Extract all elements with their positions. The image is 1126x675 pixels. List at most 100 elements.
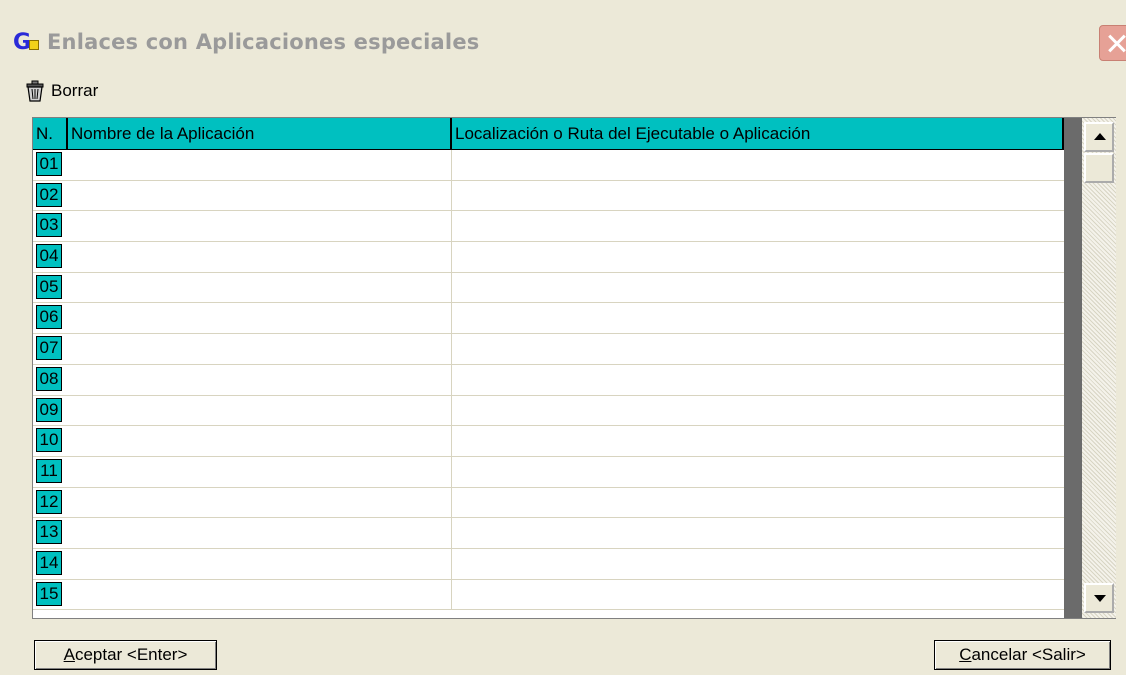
row-number: 09 (36, 397, 62, 422)
app-name-cell[interactable] (68, 364, 452, 395)
row-number: 13 (36, 520, 62, 545)
row-number-cell: 08 (33, 365, 68, 395)
row-number: 01 (36, 152, 62, 176)
table-row[interactable]: 05 (33, 272, 1064, 304)
app-path-cell[interactable] (452, 426, 1064, 456)
grid-header: N. Nombre de la Aplicación Localización … (33, 118, 1064, 150)
app-name-cell[interactable] (68, 487, 452, 518)
row-number-cell: 01 (33, 150, 68, 180)
app-path-cell[interactable] (452, 396, 1064, 426)
row-number: 12 (36, 489, 62, 514)
app-name-cell[interactable] (68, 334, 452, 364)
table-row[interactable]: 12 (33, 487, 1064, 519)
table-row[interactable]: 03 (33, 211, 1064, 243)
scroll-up-button[interactable] (1084, 122, 1114, 152)
app-name-cell[interactable] (68, 518, 452, 548)
row-number: 06 (36, 305, 62, 330)
row-number: 14 (36, 550, 62, 575)
table-row[interactable]: 06 (33, 303, 1064, 335)
header-app-name[interactable]: Nombre de la Aplicación (68, 118, 452, 150)
close-icon[interactable] (1099, 25, 1126, 61)
table-row[interactable]: 08 (33, 364, 1064, 396)
row-number: 04 (36, 244, 62, 269)
row-number: 10 (36, 428, 62, 453)
row-number: 07 (36, 336, 62, 361)
row-number-cell: 06 (33, 303, 68, 333)
cancel-label: ancelar <Salir> (971, 645, 1086, 664)
row-number-cell: 09 (33, 396, 68, 426)
table-row[interactable]: 14 (33, 548, 1064, 580)
accept-label: ceptar <Enter> (74, 645, 188, 664)
app-path-cell[interactable] (452, 303, 1064, 333)
row-number-cell: 11 (33, 457, 68, 487)
app-path-cell[interactable] (452, 518, 1064, 548)
row-number-cell: 14 (33, 549, 68, 579)
applications-grid[interactable]: N. Nombre de la Aplicación Localización … (32, 117, 1116, 619)
app-path-cell[interactable] (452, 181, 1064, 211)
app-path-cell[interactable] (452, 242, 1064, 272)
trash-icon (26, 80, 44, 102)
delete-label: Borrar (51, 81, 99, 100)
scroll-down-button[interactable] (1084, 583, 1114, 613)
grid-filler (1064, 118, 1082, 618)
row-number-cell: 04 (33, 242, 68, 272)
app-path-cell[interactable] (452, 365, 1064, 395)
row-number-cell: 02 (33, 181, 68, 211)
row-number-cell: 10 (33, 426, 68, 456)
app-path-cell[interactable] (452, 580, 1064, 610)
row-number-cell: 15 (33, 580, 68, 610)
app-path-cell[interactable] (452, 457, 1064, 487)
row-number-cell: 03 (33, 211, 68, 241)
row-number-cell: 07 (33, 334, 68, 364)
app-path-cell[interactable] (452, 488, 1064, 518)
header-app-path[interactable]: Localización o Ruta del Ejecutable o Apl… (452, 118, 1064, 150)
row-number: 08 (36, 366, 62, 391)
scroll-thumb[interactable] (1084, 153, 1114, 183)
row-number-cell: 13 (33, 518, 68, 548)
grid-rows: 01 02 03 04 05 06 07 08 09 10 11 12 13 14 15 (33, 150, 1064, 611)
app-name-cell[interactable] (68, 548, 452, 579)
row-number: 11 (36, 458, 62, 483)
app-path-cell[interactable] (452, 150, 1064, 180)
app-name-cell[interactable] (68, 456, 452, 487)
table-row[interactable]: 02 (33, 180, 1064, 212)
header-number[interactable]: N. (33, 118, 68, 150)
app-name-cell[interactable] (68, 579, 452, 610)
app-path-cell[interactable] (452, 273, 1064, 303)
vertical-scrollbar[interactable] (1082, 118, 1116, 618)
row-number: 05 (36, 274, 62, 299)
app-path-cell[interactable] (452, 334, 1064, 364)
app-name-cell[interactable] (68, 426, 452, 456)
arrow-up-icon (1094, 133, 1106, 140)
table-row[interactable]: 11 (33, 456, 1064, 488)
app-name-cell[interactable] (68, 180, 452, 211)
cancel-hotkey: C (959, 645, 972, 664)
table-row[interactable]: 10 (33, 426, 1064, 457)
table-row[interactable]: 09 (33, 395, 1064, 427)
app-path-cell[interactable] (452, 549, 1064, 579)
row-number: 15 (36, 581, 62, 606)
app-name-cell[interactable] (68, 303, 452, 334)
title-bar: G Enlaces con Aplicaciones especiales (0, 0, 1126, 90)
table-row[interactable]: 01 (33, 150, 1064, 181)
table-row[interactable]: 07 (33, 334, 1064, 365)
cancel-button[interactable]: Cancelar <Salir> (934, 640, 1111, 670)
app-name-cell[interactable] (68, 242, 452, 272)
app-logo-icon: G (13, 30, 39, 55)
accept-button[interactable]: Aceptar <Enter> (34, 640, 217, 670)
app-name-cell[interactable] (68, 395, 452, 426)
app-name-cell[interactable] (68, 272, 452, 303)
app-name-cell[interactable] (68, 150, 452, 180)
app-path-cell[interactable] (452, 211, 1064, 241)
delete-button[interactable]: Borrar (24, 78, 98, 104)
arrow-down-icon (1094, 595, 1106, 602)
app-name-cell[interactable] (68, 211, 452, 242)
row-number: 02 (36, 182, 62, 207)
table-row[interactable]: 15 (33, 579, 1064, 611)
row-number-cell: 05 (33, 273, 68, 303)
table-row[interactable]: 04 (33, 242, 1064, 273)
table-row[interactable]: 13 (33, 518, 1064, 549)
window-title: Enlaces con Aplicaciones especiales (47, 30, 480, 54)
row-number: 03 (36, 213, 62, 238)
row-number-cell: 12 (33, 488, 68, 518)
